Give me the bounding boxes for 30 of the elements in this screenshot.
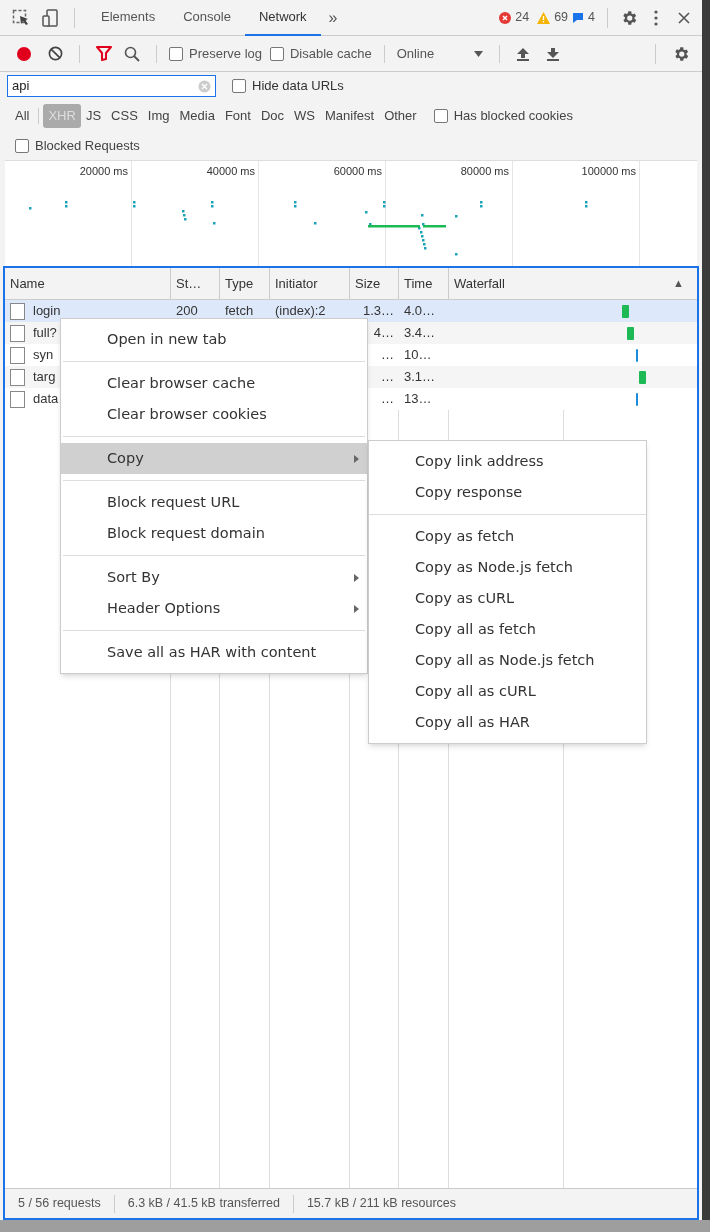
- error-count: 24: [515, 9, 530, 27]
- table-cell-text: 4…: [373, 324, 394, 343]
- table-cell-text: fetch: [225, 302, 254, 321]
- table-cell-text: data: [33, 390, 59, 409]
- table-cell-text: 13…: [404, 390, 432, 409]
- sort-indicator: ▲: [673, 276, 684, 292]
- tick-label: 20000 ms: [79, 164, 128, 177]
- tick-label: 40000 ms: [206, 164, 255, 177]
- tick-label: 100000 ms: [581, 164, 636, 177]
- tick-label: 60000 ms: [333, 164, 382, 177]
- table-cell-text: (index):2: [275, 302, 326, 321]
- table-cell-text: 4.0…: [404, 302, 436, 321]
- table-cell-text: 10…: [404, 346, 432, 365]
- message-count: 4: [588, 9, 595, 27]
- table-cell-text: 3.1…: [404, 368, 436, 387]
- table-cell-text: targ: [33, 368, 56, 387]
- table-cell-text: full?: [33, 324, 57, 343]
- table-cell-text: 200: [176, 302, 198, 321]
- status-text: 6.3 kB / 41.5 kB transferred: [126, 1195, 281, 1213]
- warning-count: 69: [554, 9, 569, 27]
- table-cell-text: 3.4…: [404, 324, 436, 343]
- table-cell-text: …: [381, 368, 394, 387]
- table-cell-text: …: [381, 346, 394, 365]
- table-cell-text: 1.3…: [362, 302, 394, 321]
- status-text: 5 / 56 requests: [17, 1195, 102, 1213]
- table-cell-text: login: [33, 302, 61, 321]
- tick-label: 80000 ms: [460, 164, 509, 177]
- table-cell-text: …: [381, 390, 394, 409]
- status-text: 15.7 kB / 211 kB resources: [305, 1195, 458, 1213]
- table-cell-text: syn: [33, 346, 54, 365]
